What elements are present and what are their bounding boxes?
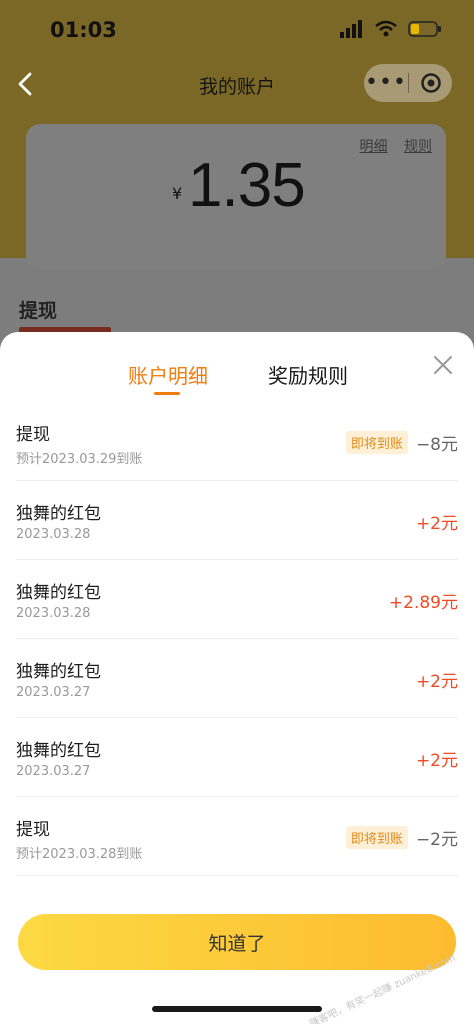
status-bar: 01:03 xyxy=(0,0,474,62)
nav-bar: 我的账户 ••• xyxy=(0,60,474,108)
list-item: 独舞的红包 2023.03.28 +2.89元 xyxy=(16,560,458,639)
item-amount: +2元 xyxy=(415,672,458,692)
item-amount: +2.89元 xyxy=(388,593,458,613)
item-title: 提现 xyxy=(16,820,50,840)
active-tab-indicator xyxy=(154,392,180,395)
sheet-tabs: 账户明细 奖励规则 xyxy=(0,332,474,402)
item-title: 独舞的红包 xyxy=(16,741,101,761)
item-amount: −8元 xyxy=(415,435,458,455)
item-title: 独舞的红包 xyxy=(16,583,101,603)
item-date: 2023.03.27 xyxy=(16,764,91,779)
home-indicator xyxy=(152,1006,322,1012)
item-right: 即将到账 −2元 xyxy=(345,825,458,850)
currency-symbol: ¥ xyxy=(172,184,183,203)
status-badge: 即将到账 xyxy=(345,826,408,849)
item-amount: −2元 xyxy=(415,830,458,850)
tab-account-detail[interactable]: 账户明细 xyxy=(128,360,208,389)
list-item: 提现 预计2023.03.29到账 即将到账 −8元 xyxy=(16,402,458,481)
target-icon xyxy=(420,73,441,93)
card-links: 明细 规则 xyxy=(348,136,432,156)
status-icons xyxy=(340,20,442,38)
transaction-list: 提现 预计2023.03.29到账 即将到账 −8元 独舞的红包 2023.03… xyxy=(0,402,474,876)
more-button[interactable]: ••• xyxy=(364,72,408,94)
item-right: +2.89元 xyxy=(389,588,458,613)
item-title: 独舞的红包 xyxy=(16,504,101,524)
item-date: 2023.03.28 xyxy=(16,606,91,621)
status-time: 01:03 xyxy=(50,18,117,42)
mini-program-capsule: ••• xyxy=(364,64,452,102)
withdraw-section-title: 提现 xyxy=(19,300,58,322)
item-right: +2元 xyxy=(416,667,458,692)
item-date: 预计2023.03.28到账 xyxy=(16,847,143,862)
wifi-icon xyxy=(375,20,397,37)
item-amount: +2元 xyxy=(415,514,458,534)
item-title: 独舞的红包 xyxy=(16,662,101,682)
item-date: 2023.03.28 xyxy=(16,527,91,542)
item-date: 预计2023.03.29到账 xyxy=(16,452,143,467)
got-it-button[interactable]: 知道了 xyxy=(18,914,456,970)
list-item: 独舞的红包 2023.03.28 +2元 xyxy=(16,481,458,560)
item-amount: +2元 xyxy=(415,751,458,771)
list-item: 独舞的红包 2023.03.27 +2元 xyxy=(16,718,458,797)
close-icon[interactable] xyxy=(432,354,454,376)
list-item: 独舞的红包 2023.03.27 +2元 xyxy=(16,639,458,718)
status-badge: 即将到账 xyxy=(345,431,408,454)
item-right: +2元 xyxy=(416,746,458,771)
tab-reward-rules[interactable]: 奖励规则 xyxy=(268,360,348,389)
balance-card: 明细 规则 ¥ 1.35 xyxy=(26,124,446,269)
signal-icon xyxy=(340,20,362,38)
balance-amount: 1.35 xyxy=(188,151,306,220)
list-item: 提现 预计2023.03.28到账 即将到账 −2元 xyxy=(16,797,458,876)
item-right: 即将到账 −8元 xyxy=(345,430,458,455)
item-right: +2元 xyxy=(416,509,458,534)
battery-icon xyxy=(408,21,441,37)
detail-link[interactable]: 明细 xyxy=(360,139,388,155)
close-mini-program-button[interactable] xyxy=(409,72,452,94)
rules-link[interactable]: 规则 xyxy=(404,139,432,155)
account-detail-sheet: 账户明细 奖励规则 提现 预计2023.03.29到账 即将到账 −8元 独舞的… xyxy=(0,332,474,1024)
item-title: 提现 xyxy=(16,425,50,445)
item-date: 2023.03.27 xyxy=(16,685,91,700)
